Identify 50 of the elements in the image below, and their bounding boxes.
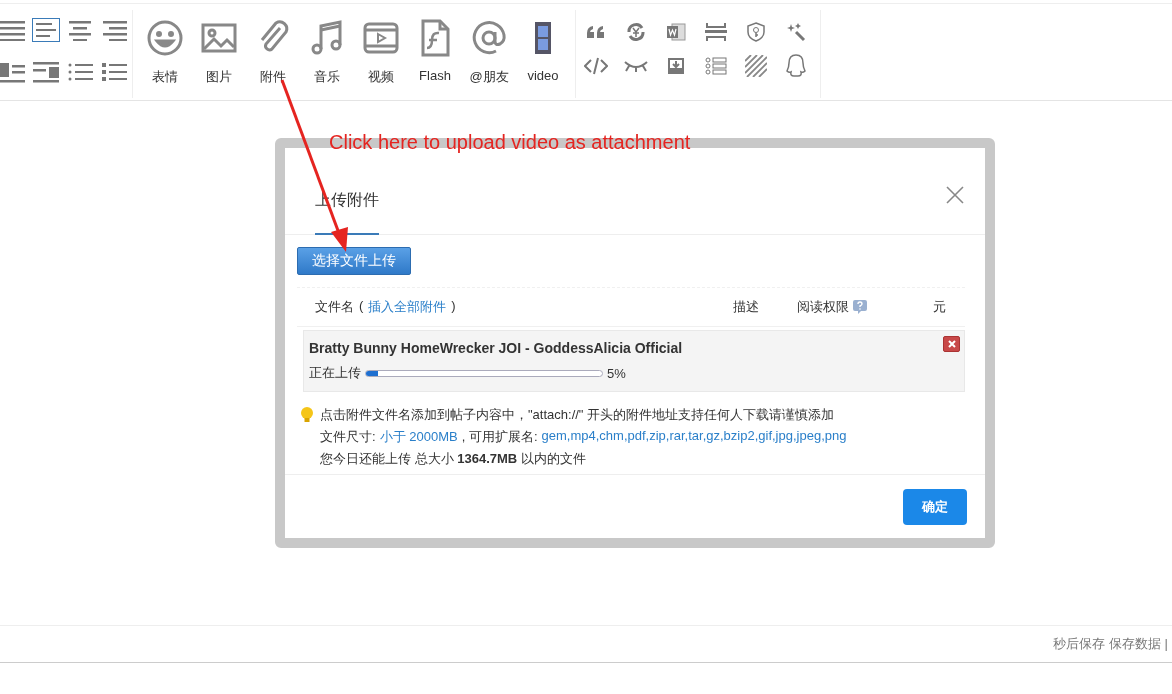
insert-button[interactable]: @朋友 <box>465 4 513 100</box>
insert-all-link[interactable]: 插入全部附件 <box>368 298 447 316</box>
tip-text: 点击附件文件名添加到帖子内容中，"attach://" 开头的附件地址支持任何人下载请谨慎添加 <box>320 406 836 424</box>
smiley-icon <box>146 18 184 58</box>
paren-text: ( <box>359 298 364 315</box>
insert-button[interactable]: video <box>519 4 567 100</box>
confirm-button[interactable]: 确定 <box>903 488 967 525</box>
autosave-status: 秒后保存 保存数据 | <box>1053 635 1168 653</box>
insert-button[interactable]: 表情 <box>141 4 189 100</box>
file-name[interactable]: Bratty Bunny HomeWrecker JOI - GoddessAlicia Official <box>309 340 683 356</box>
align-button[interactable] <box>32 18 60 42</box>
insert-button[interactable]: 图片 <box>195 4 243 100</box>
close-icon[interactable] <box>945 186 965 206</box>
extension-label: , 可用扩展名: <box>461 428 538 446</box>
yen-cycle-icon[interactable] <box>626 22 646 42</box>
column-header: 阅读权限 <box>797 298 849 316</box>
column-header: 元 <box>933 298 947 316</box>
shield-key-icon[interactable] <box>747 22 765 42</box>
progress-percent: 5% <box>607 365 626 381</box>
quote-icon[interactable] <box>586 24 606 40</box>
download-box-icon[interactable] <box>667 57 685 75</box>
hatch-pattern-icon[interactable] <box>745 55 767 77</box>
closed-eye-icon[interactable] <box>624 59 648 73</box>
size-label: 文件尺寸: <box>320 428 376 446</box>
list-icon[interactable] <box>705 57 727 75</box>
delete-icon[interactable] <box>943 336 960 352</box>
magic-wand-icon[interactable] <box>786 22 806 42</box>
word-document-icon[interactable] <box>666 23 686 41</box>
lightbulb-icon <box>300 406 314 424</box>
align-button[interactable] <box>100 18 128 42</box>
insert-button[interactable]: 音乐 <box>303 4 351 100</box>
quota-text: 您今日还能上传 总大小 1364.7MB 以内的文件 <box>320 450 587 468</box>
extension-list: gem,mp4,chm,pdf,zip,rar,tar,gz,bzip2,gif,jpg,jpeg,png <box>541 428 847 446</box>
insert-button[interactable]: 视频 <box>357 4 405 100</box>
paren-text: ) <box>451 298 456 315</box>
column-header: 描述 <box>733 298 760 316</box>
upload-status: 正在上传 <box>309 364 361 382</box>
annotation-text: Click here to upload video as attachment <box>329 131 691 154</box>
page-break-icon[interactable] <box>705 22 727 42</box>
size-limit: 小于 2000MB <box>379 428 458 446</box>
align-button[interactable] <box>100 60 128 84</box>
align-button[interactable] <box>0 18 26 42</box>
align-button[interactable] <box>0 60 26 84</box>
insert-button[interactable]: Flash <box>411 4 459 100</box>
penguin-icon[interactable] <box>786 54 806 78</box>
code-icon[interactable] <box>584 57 608 75</box>
insert-button[interactable]: 附件 <box>249 4 297 100</box>
column-header: 文件名 <box>315 298 354 316</box>
align-button[interactable] <box>32 60 60 84</box>
align-button[interactable] <box>66 18 94 42</box>
